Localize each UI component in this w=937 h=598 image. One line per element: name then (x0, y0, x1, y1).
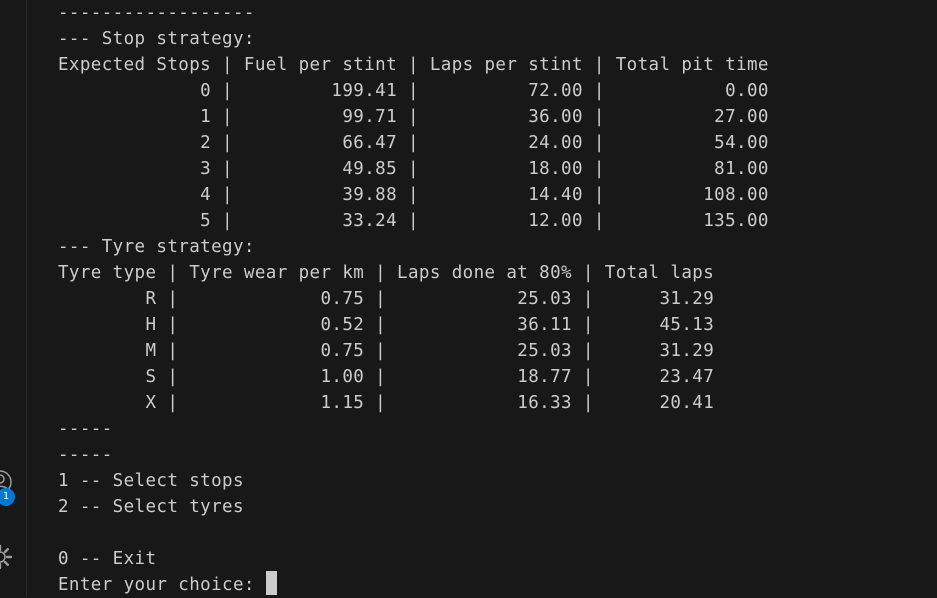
menu-option: 0 -- Exit (58, 549, 157, 569)
tyre-strategy-row: M | 0.75 | 25.03 | 31.29 (58, 341, 715, 361)
notification-badge: 1 (0, 488, 15, 506)
stop-strategy-row: 3 | 49.85 | 18.00 | 81.00 (58, 159, 769, 179)
terminal-line: ------------------ (58, 3, 255, 23)
terminal-output[interactable]: ------------------ --- Stop strategy: Ex… (27, 0, 937, 597)
activity-bar: 1 (0, 0, 27, 597)
text-cursor (265, 571, 277, 595)
terminal-line: --- Tyre strategy: (58, 237, 255, 257)
gear-icon[interactable] (0, 543, 14, 571)
tyre-strategy-row: R | 0.75 | 25.03 | 31.29 (58, 289, 715, 309)
input-prompt: Enter your choice: (58, 575, 266, 595)
terminal-line: ----- (58, 419, 113, 439)
input-prompt-line[interactable]: Enter your choice: (58, 571, 277, 598)
tyre-strategy-row: H | 0.52 | 36.11 | 45.13 (58, 315, 715, 335)
stop-strategy-row: 0 | 199.41 | 72.00 | 0.00 (58, 81, 769, 101)
terminal-line: ----- (58, 445, 113, 465)
menu-option: 2 -- Select tyres (58, 497, 244, 517)
menu-option: 1 -- Select stops (58, 471, 244, 491)
tyre-strategy-header-row: Tyre type | Tyre wear per km | Laps done… (58, 263, 715, 283)
stop-strategy-row: 1 | 99.71 | 36.00 | 27.00 (58, 107, 769, 127)
terminal-line: --- Stop strategy: (58, 29, 255, 49)
stop-strategy-row: 2 | 66.47 | 24.00 | 54.00 (58, 133, 769, 153)
tyre-strategy-row: S | 1.00 | 18.77 | 23.47 (58, 367, 715, 387)
stop-strategy-header-row: Expected Stops | Fuel per stint | Laps p… (58, 55, 769, 75)
stop-strategy-row: 4 | 39.88 | 14.40 | 108.00 (58, 185, 769, 205)
stop-strategy-row: 5 | 33.24 | 12.00 | 135.00 (58, 211, 769, 231)
tyre-strategy-row: X | 1.15 | 16.33 | 20.41 (58, 393, 715, 413)
